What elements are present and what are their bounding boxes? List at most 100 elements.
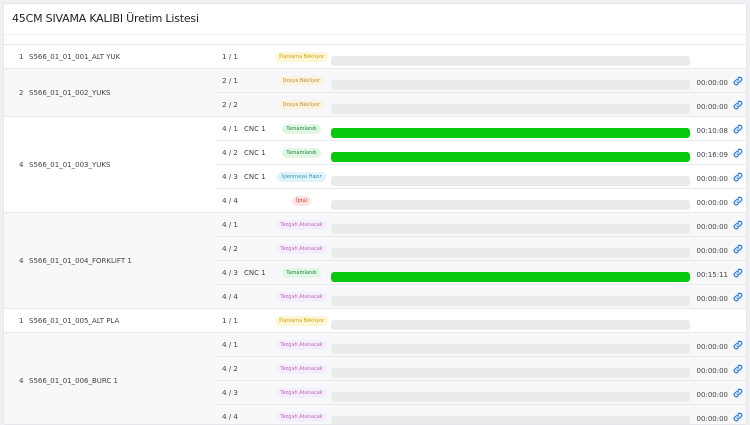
elapsed-time: [692, 44, 728, 69]
status-cell: Tezgah Atanacak: [274, 356, 329, 381]
link-icon[interactable]: [733, 388, 743, 398]
link-icon[interactable]: [733, 292, 743, 302]
link-cell[interactable]: [728, 260, 746, 285]
link-cell[interactable]: [728, 284, 746, 309]
link-cell[interactable]: [728, 404, 746, 424]
link-icon[interactable]: [733, 268, 743, 278]
part-name: S566_01_01_004_FORKLIFT 1: [29, 256, 132, 265]
piece-index: 1 / 1: [216, 308, 244, 333]
title-divider: [4, 34, 746, 35]
elapsed-time: 00:00:00: [692, 92, 728, 117]
progress-cell: [329, 260, 692, 285]
progress-cell: [329, 44, 692, 69]
piece-index: 4 / 4: [216, 284, 244, 309]
status-cell: Dosya Bekliyor: [274, 92, 329, 117]
part-name-cell: 2 S566_01_01_002_YUKS: [4, 68, 216, 117]
status-badge: Tezgah Atanacak: [276, 411, 327, 422]
link-icon[interactable]: [733, 244, 743, 254]
part-name: S566_01_01_006_BURC 1: [29, 376, 118, 385]
status-badge: Planlama Bekliyor: [275, 315, 328, 326]
table-row: 4 S566_01_01_006_BURC 1 4 / 1 Tezgah Atanac…: [4, 332, 746, 424]
link-cell[interactable]: [728, 188, 746, 213]
machine-name: [244, 380, 274, 405]
table-row: 1 S566_01_01_001_ALT YUK 1 / 1 Planlama Bek…: [4, 44, 746, 69]
link-icon[interactable]: [733, 220, 743, 230]
part-name-cell: 4 S566_01_01_004_FORKLIFT 1: [4, 212, 216, 309]
machine-name: [244, 308, 274, 333]
link-icon[interactable]: [733, 364, 743, 374]
table-row: 4 S566_01_01_004_FORKLIFT 1 4 / 1 Tezgah At…: [4, 212, 746, 309]
elapsed-time: 00:00:00: [692, 284, 728, 309]
link-cell[interactable]: [728, 380, 746, 405]
progress-bar: [331, 176, 690, 186]
piece-index: 4 / 4: [216, 404, 244, 424]
link-icon[interactable]: [733, 340, 743, 350]
link-icon[interactable]: [733, 172, 743, 182]
elapsed-time: 00:15:11: [692, 260, 728, 285]
link-cell[interactable]: [728, 164, 746, 189]
part-name-cell: 1 S566_01_01_001_ALT YUK: [4, 44, 216, 69]
table-row: 4 S566_01_01_003_YUKS 4 / 1 CNC 1 Tamamlandı…: [4, 116, 746, 213]
piece-index: 2 / 2: [216, 92, 244, 117]
status-badge: Tezgah Atanacak: [276, 363, 327, 374]
status-badge: Tezgah Atanacak: [276, 243, 327, 254]
elapsed-time: 00:00:00: [692, 188, 728, 213]
link-icon[interactable]: [733, 412, 743, 422]
progress-bar: [331, 320, 690, 330]
status-badge: Dosya Bekliyor: [278, 75, 325, 86]
link-cell[interactable]: [728, 140, 746, 165]
progress-bar: [331, 128, 690, 138]
progress-cell: [329, 164, 692, 189]
progress-fill: [331, 152, 690, 162]
link-icon[interactable]: [733, 124, 743, 134]
progress-cell: [329, 140, 692, 165]
link-cell[interactable]: [728, 92, 746, 117]
link-cell[interactable]: [728, 212, 746, 237]
progress-bar: [331, 368, 690, 378]
elapsed-time: 00:10:08: [692, 116, 728, 141]
progress-cell: [329, 212, 692, 237]
table-row: 1 S566_01_01_005_ALT PLA 1 / 1 Planlama Bek…: [4, 308, 746, 333]
link-icon[interactable]: [733, 100, 743, 110]
piece-index: 1 / 1: [216, 44, 244, 69]
status-cell: Tezgah Atanacak: [274, 236, 329, 261]
link-cell[interactable]: [728, 68, 746, 93]
progress-bar: [331, 344, 690, 354]
machine-name: [244, 92, 274, 117]
status-badge: Planlama Bekliyor: [275, 51, 328, 62]
link-icon[interactable]: [733, 196, 743, 206]
progress-bar: [331, 248, 690, 258]
progress-bar: [331, 272, 690, 282]
progress-cell: [329, 116, 692, 141]
piece-index: 4 / 2: [216, 236, 244, 261]
link-cell[interactable]: [728, 116, 746, 141]
progress-cell: [329, 404, 692, 424]
production-list-panel: 45CM SIVAMA KALIBI Üretim Listesi 1 S566_…: [3, 3, 747, 425]
elapsed-time: [692, 308, 728, 333]
progress-cell: [329, 236, 692, 261]
machine-name: [244, 212, 274, 237]
production-table: 1 S566_01_01_001_ALT YUK 1 / 1 Planlama Bek…: [4, 44, 746, 424]
link-cell[interactable]: [728, 332, 746, 357]
part-quantity: 1: [19, 52, 24, 61]
link-icon[interactable]: [733, 76, 743, 86]
status-cell: Tezgah Atanacak: [274, 332, 329, 357]
status-badge: Dosya Bekliyor: [278, 99, 325, 110]
progress-bar: [331, 56, 690, 66]
progress-bar: [331, 296, 690, 306]
machine-name: [244, 284, 274, 309]
machine-name: [244, 44, 274, 69]
page-title: 45CM SIVAMA KALIBI Üretim Listesi: [12, 12, 199, 25]
status-cell: Tamamlandı: [274, 116, 329, 141]
progress-cell: [329, 380, 692, 405]
link-cell[interactable]: [728, 236, 746, 261]
piece-index: 4 / 1: [216, 116, 244, 141]
piece-index: 4 / 2: [216, 140, 244, 165]
machine-name: CNC 1: [244, 260, 274, 285]
status-badge: Tezgah Atanacak: [276, 339, 327, 350]
elapsed-time: 00:00:00: [692, 236, 728, 261]
link-icon[interactable]: [733, 148, 743, 158]
progress-cell: [329, 68, 692, 93]
link-cell[interactable]: [728, 356, 746, 381]
status-cell: Tezgah Atanacak: [274, 380, 329, 405]
